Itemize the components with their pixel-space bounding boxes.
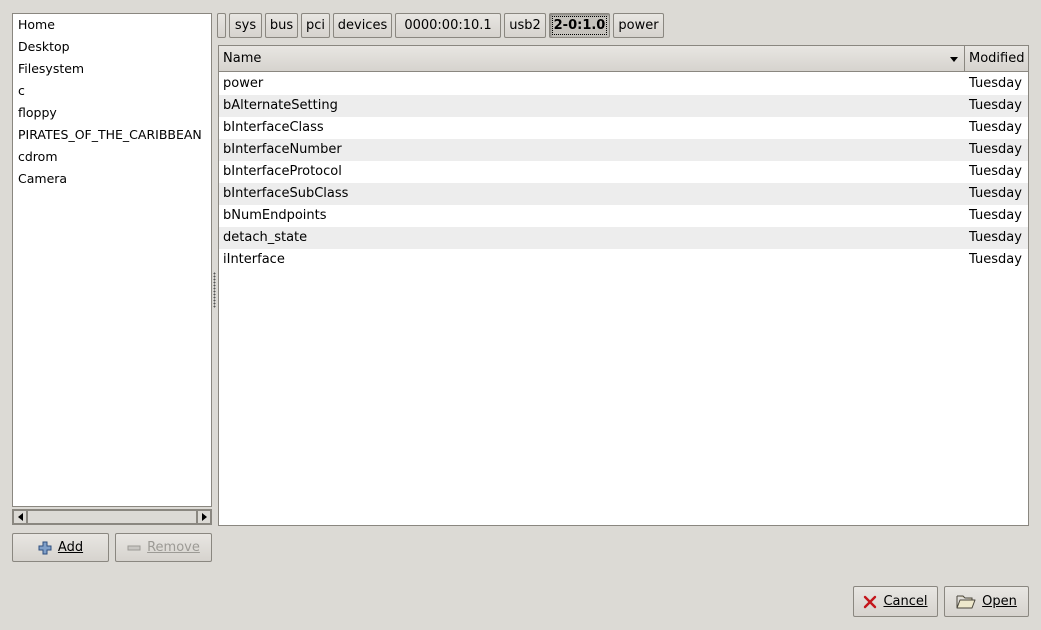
file-modified: Tuesday	[969, 142, 1022, 157]
path-segment-interface-active[interactable]: 2-0:1.0	[549, 13, 610, 38]
path-segment-pci-address[interactable]: 0000:00:10.1	[395, 13, 501, 38]
path-segment-power[interactable]: power	[613, 13, 664, 38]
pane-resize-handle[interactable]	[213, 272, 216, 308]
open-button-label: Open	[982, 594, 1017, 609]
column-modified-label: Modified	[969, 51, 1025, 66]
file-name: bInterfaceNumber	[223, 142, 342, 157]
column-header-modified[interactable]: Modified	[965, 46, 1028, 71]
table-row[interactable]: iInterface Tuesday	[219, 249, 1028, 271]
file-modified: Tuesday	[969, 230, 1022, 245]
file-rows: power Tuesday bAlternateSetting Tuesday bI…	[219, 73, 1028, 271]
path-scroll-left-button[interactable]	[217, 13, 226, 38]
table-row[interactable]: bInterfaceProtocol Tuesday	[219, 161, 1028, 183]
x-icon	[864, 595, 877, 608]
plus-icon	[38, 541, 52, 554]
place-item-pirates[interactable]: PIRATES_OF_THE_CARIBBEAN	[13, 124, 211, 146]
table-row[interactable]: power Tuesday	[219, 73, 1028, 95]
column-header-name[interactable]: Name	[219, 46, 965, 71]
remove-place-button[interactable]: Remove	[115, 533, 212, 562]
file-name: bAlternateSetting	[223, 98, 338, 113]
add-button-label: Add	[57, 540, 84, 555]
place-item-home[interactable]: Home	[13, 14, 211, 36]
table-row[interactable]: bInterfaceNumber Tuesday	[219, 139, 1028, 161]
place-item-floppy[interactable]: floppy	[13, 102, 211, 124]
place-item-filesystem[interactable]: Filesystem	[13, 58, 211, 80]
file-list: Name Modified power Tuesday bAlternateSet…	[218, 45, 1029, 526]
open-button[interactable]: Open	[944, 586, 1029, 617]
path-segment-sys[interactable]: sys	[229, 13, 262, 38]
place-item-desktop[interactable]: Desktop	[13, 36, 211, 58]
path-segment-devices[interactable]: devices	[333, 13, 392, 38]
file-modified: Tuesday	[969, 252, 1022, 267]
place-item-c[interactable]: c	[13, 80, 211, 102]
cancel-button-label: Cancel	[883, 594, 928, 609]
scroll-left-button[interactable]	[13, 510, 27, 524]
arrow-right-icon	[201, 513, 207, 521]
arrow-left-icon	[17, 513, 23, 521]
file-name: power	[223, 76, 264, 91]
path-segment-pci[interactable]: pci	[301, 13, 330, 38]
place-item-cdrom[interactable]: cdrom	[13, 146, 211, 168]
minus-icon	[127, 545, 141, 550]
file-modified: Tuesday	[969, 98, 1022, 113]
add-place-button[interactable]: Add	[12, 533, 109, 562]
file-name: detach_state	[223, 230, 308, 245]
file-modified: Tuesday	[969, 164, 1022, 179]
places-sidebar: Home Desktop Filesystem c floppy PIRATES…	[12, 13, 212, 507]
file-name: bInterfaceSubClass	[223, 186, 349, 201]
table-row[interactable]: bAlternateSetting Tuesday	[219, 95, 1028, 117]
file-name: bNumEndpoints	[223, 208, 327, 223]
column-header-bar: Name Modified	[219, 46, 1028, 72]
scrollbar-thumb[interactable]	[27, 510, 197, 524]
cancel-button[interactable]: Cancel	[853, 586, 938, 617]
scroll-right-button[interactable]	[197, 510, 211, 524]
folder-open-icon	[956, 595, 976, 609]
table-row[interactable]: bInterfaceClass Tuesday	[219, 117, 1028, 139]
table-row[interactable]: bInterfaceSubClass Tuesday	[219, 183, 1028, 205]
table-row[interactable]: detach_state Tuesday	[219, 227, 1028, 249]
file-name: iInterface	[223, 252, 285, 267]
file-name: bInterfaceClass	[223, 120, 324, 135]
file-name: bInterfaceProtocol	[223, 164, 342, 179]
file-modified: Tuesday	[969, 76, 1022, 91]
file-modified: Tuesday	[969, 186, 1022, 201]
places-horizontal-scrollbar[interactable]	[12, 509, 212, 525]
sort-descending-icon	[950, 57, 958, 62]
table-row[interactable]: bNumEndpoints Tuesday	[219, 205, 1028, 227]
path-segment-bus[interactable]: bus	[265, 13, 298, 38]
column-name-label: Name	[223, 51, 262, 66]
file-modified: Tuesday	[969, 120, 1022, 135]
remove-button-label: Remove	[147, 540, 200, 555]
file-modified: Tuesday	[969, 208, 1022, 223]
place-item-camera[interactable]: Camera	[13, 168, 211, 190]
path-segment-usb2[interactable]: usb2	[504, 13, 546, 38]
